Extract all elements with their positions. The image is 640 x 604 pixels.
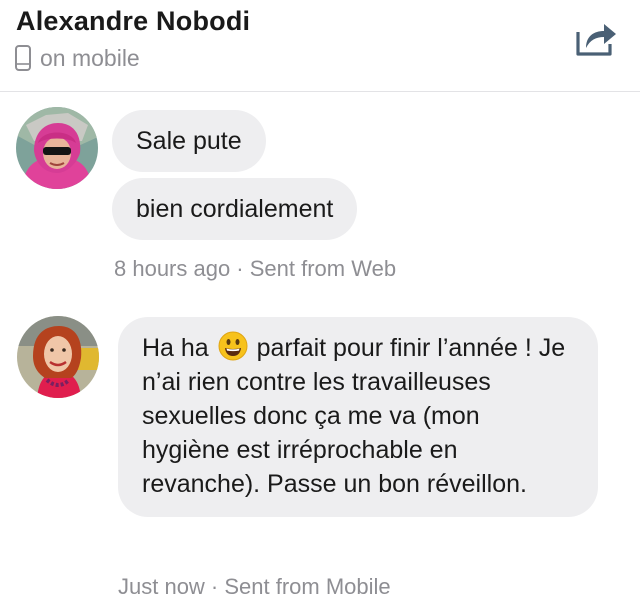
message-meta: Just now · Sent from Mobile (118, 574, 391, 599)
message-bubble[interactable]: Ha ha parfait pour finir l’année ! Je n’… (118, 317, 598, 517)
contact-name[interactable]: Alexandre Nobodi (16, 6, 250, 37)
share-export-icon (576, 24, 616, 56)
message-text: Sale pute (136, 127, 242, 155)
avatar-pink-haired-person (16, 107, 98, 189)
avatar-red-haired-woman (17, 316, 99, 398)
message-text: bien cordialement (136, 195, 334, 223)
share-button[interactable] (574, 18, 618, 58)
message-bubble[interactable]: bien cordialement (112, 178, 358, 240)
message-bubble[interactable]: Sale pute (112, 110, 266, 172)
presence-text: on mobile (40, 44, 140, 71)
message-meta: 8 hours ago · Sent from Web (114, 256, 397, 281)
message-text-start: Ha ha (142, 334, 209, 362)
my-avatar[interactable] (17, 316, 99, 398)
conversation-header: Alexandre Nobodi on mobile (0, 0, 640, 92)
grinning-face-emoji (218, 331, 248, 361)
presence-status: on mobile (14, 44, 140, 72)
sender-avatar[interactable] (16, 107, 98, 189)
mobile-phone-icon (14, 44, 32, 72)
